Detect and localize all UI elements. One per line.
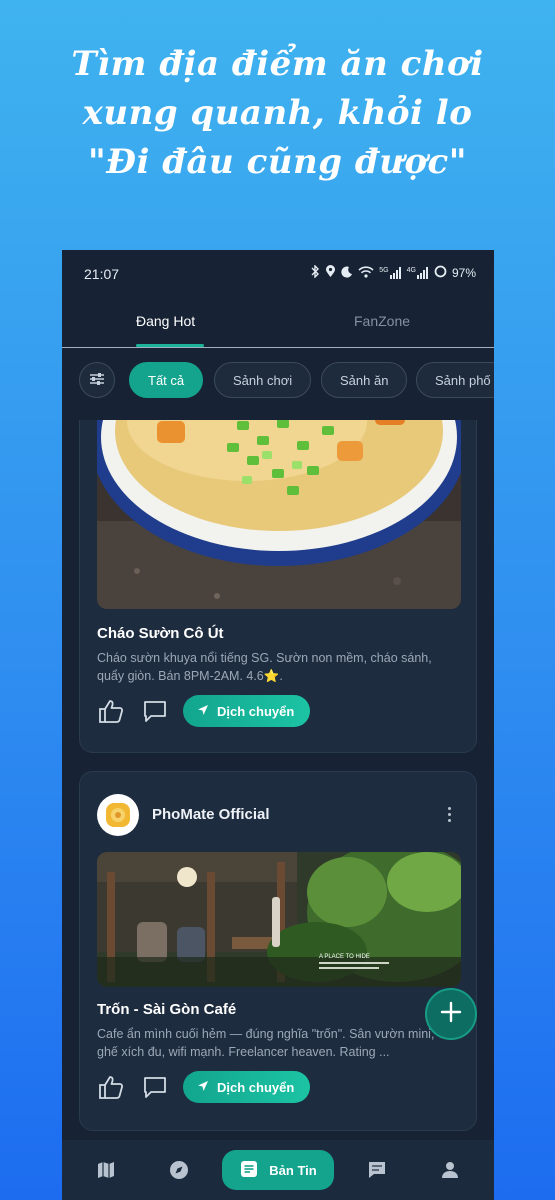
phone-screen: 21:07 5G 4G 97% Đang Hot FanZone Tất cả … [62, 250, 494, 1200]
filter-settings-button[interactable] [79, 362, 115, 398]
tab-dang-hot[interactable]: Đang Hot [136, 313, 195, 329]
post-actions: Dịch chuyển [97, 695, 461, 727]
location-icon [325, 265, 336, 281]
battery-ring-icon [434, 265, 447, 281]
filter-chips: Tất cả Sảnh chơi Sảnh ăn Sảnh phố [62, 360, 494, 400]
nav-news-feed[interactable]: Bản Tin [222, 1150, 334, 1190]
nav-chat-icon[interactable] [365, 1158, 389, 1182]
more-options-icon[interactable] [437, 802, 461, 826]
feed: Cháo Sườn Cô Út Cháo sườn khuya nổi tiến… [62, 420, 494, 1140]
chip-tat-ca[interactable]: Tất cả [129, 362, 204, 398]
wifi-icon [358, 265, 374, 281]
create-post-button[interactable] [425, 988, 477, 1040]
navigation-arrow-icon [197, 1080, 209, 1095]
top-tabs: Đang Hot FanZone [62, 296, 494, 348]
post-card: PhoMate Official A PLACE TO HIDE Trốn - … [79, 771, 477, 1131]
nav-profile-icon[interactable] [438, 1158, 462, 1182]
moon-icon [341, 266, 353, 281]
nav-compass-icon[interactable] [167, 1158, 191, 1182]
headline-line-3: "Đi đâu cũng được" [88, 142, 467, 182]
status-bar: 21:07 5G 4G 97% [62, 250, 494, 296]
status-icons: 5G 4G 97% [310, 264, 476, 281]
news-doc-icon [239, 1159, 259, 1182]
chip-sanh-pho[interactable]: Sảnh phố [416, 362, 494, 398]
avatar[interactable] [97, 794, 139, 836]
promo-headline: Tìm địa điểm ăn chơi xung quanh, khỏi lo… [0, 40, 555, 187]
battery-percent: 97% [451, 266, 476, 280]
post-title[interactable]: Trốn - Sài Gòn Café [97, 1001, 236, 1018]
comment-icon[interactable] [141, 697, 169, 725]
post-card: Cháo Sườn Cô Út Cháo sườn khuya nổi tiến… [79, 420, 477, 753]
nav-news-label: Bản Tin [269, 1162, 317, 1178]
bottom-navigation: Bản Tin [62, 1140, 494, 1200]
thumbs-up-icon[interactable] [97, 1073, 125, 1101]
bluetooth-icon [310, 264, 320, 281]
post-header: PhoMate Official [97, 794, 461, 836]
image-caption: A PLACE TO HIDE [319, 954, 370, 960]
headline-line-2: xung quanh, khỏi lo [82, 93, 473, 133]
chip-sanh-choi[interactable]: Sảnh chơi [214, 362, 312, 398]
post-photo[interactable] [97, 420, 461, 609]
signal-4g-icon: 4G [407, 267, 429, 279]
signal-5g-icon: 5G [379, 267, 401, 279]
post-description: Cafe ẩn mình cuối hẻm — đúng nghĩa "trốn… [97, 1027, 435, 1059]
comment-icon[interactable] [141, 1073, 169, 1101]
nav-map-icon[interactable] [94, 1158, 118, 1182]
plus-icon [440, 1001, 462, 1027]
post-description: Cháo sườn khuya nổi tiếng SG. Sườn non m… [97, 651, 432, 683]
thumbs-up-icon[interactable] [97, 697, 125, 725]
author-name[interactable]: PhoMate Official [152, 806, 270, 823]
navigation-arrow-icon [197, 704, 209, 719]
chip-sanh-an[interactable]: Sảnh ăn [321, 362, 408, 398]
teleport-button[interactable]: Dịch chuyển [183, 1071, 311, 1103]
post-title[interactable]: Cháo Sườn Cô Út [97, 625, 224, 642]
sliders-icon [89, 371, 105, 390]
post-actions: Dịch chuyển [97, 1071, 461, 1103]
headline-line-1: Tìm địa điểm ăn chơi [71, 44, 484, 84]
active-tab-indicator [136, 344, 204, 347]
tab-fanzone[interactable]: FanZone [354, 313, 410, 329]
teleport-label: Dịch chuyển [217, 1079, 295, 1095]
teleport-button[interactable]: Dịch chuyển [183, 695, 311, 727]
status-time: 21:07 [84, 266, 120, 282]
teleport-label: Dịch chuyển [217, 703, 295, 719]
post-photo[interactable]: A PLACE TO HIDE [97, 852, 461, 987]
